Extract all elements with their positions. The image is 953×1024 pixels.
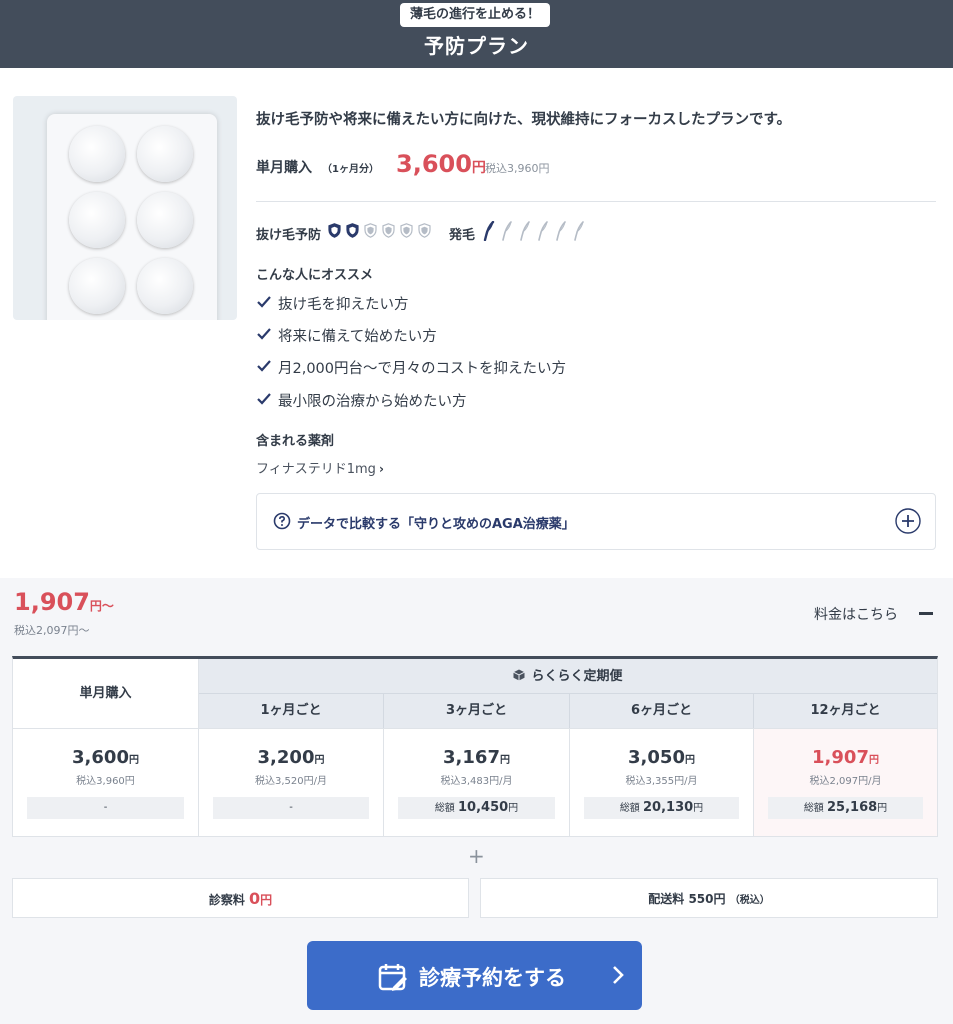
check-icon	[257, 296, 271, 308]
price-toggle[interactable]: 料金はこちら	[814, 604, 898, 624]
shield-icon	[346, 223, 359, 238]
list-item: 抜け毛を抑えたい方	[256, 292, 656, 314]
column-head: 12ヶ月ごと	[754, 694, 937, 728]
shield-icon	[328, 223, 341, 238]
tablet	[69, 192, 125, 248]
page-title: 予防プラン	[424, 34, 529, 58]
hair-icon	[520, 221, 530, 241]
column-head: 1ヶ月ごと	[199, 694, 384, 728]
reserve-button[interactable]: 診療予約をする	[307, 941, 642, 1010]
prevent-label: 抜け毛予防	[256, 228, 322, 243]
tablet	[137, 258, 193, 314]
header-badge: 薄毛の進行を止める！	[400, 3, 550, 27]
single-label: 単月購入	[256, 160, 312, 176]
check-icon	[257, 328, 271, 340]
single-sub: （1ヶ月分）	[322, 164, 379, 175]
hair-icon	[538, 221, 548, 241]
plan-card: 抜け毛予防や将来に備えたい方に向けた、現状維持にフォーカスしたプランです。 単月…	[0, 68, 953, 578]
price-cell: 3,167円 税込3,483円/月 総額 10,450円	[384, 728, 570, 836]
collapse-minus-icon[interactable]	[919, 612, 933, 615]
price-cell: 3,050円 税込3,355円/月 総額 20,130円	[570, 728, 754, 836]
shield-icon	[382, 223, 395, 238]
hair-icon	[574, 221, 584, 241]
medicine-link[interactable]: フィナステリド1mg ›	[256, 458, 384, 477]
expand-plus-icon[interactable]	[895, 508, 921, 534]
from-tax: 税込2,097円〜	[14, 624, 90, 637]
column-head: 6ヶ月ごと	[570, 694, 754, 728]
shield-icon	[400, 223, 413, 238]
list-item: 月2,000円台〜で月々のコストを抑えたい方	[256, 356, 656, 378]
subscription-head: らくらく定期便	[199, 659, 937, 694]
recommend-title: こんな人にオススメ	[256, 268, 374, 283]
check-icon	[257, 393, 271, 405]
shield-icon	[364, 223, 377, 238]
compare-accordion[interactable]: データで比較する「守りと攻めのAGA治療薬」	[256, 493, 936, 550]
medicine-title: 含まれる薬剤	[256, 434, 335, 449]
price-cell: 3,200円 税込3,520円/月 -	[199, 728, 384, 836]
chevron-right-icon	[613, 966, 624, 984]
pricing-section: 1,907円〜 税込2,097円〜 料金はこちら 単月購入 らくらく定期便 1ヶ…	[0, 578, 953, 1024]
single-price: 3,600円	[396, 150, 486, 178]
box-icon	[513, 669, 526, 681]
hair-icon	[502, 221, 512, 241]
list-item: 将来に備えて始めたい方	[256, 324, 656, 346]
growth-label: 発毛	[449, 228, 476, 243]
from-price: 1,907円〜	[14, 588, 114, 616]
single-tax: 税込3,960円	[485, 162, 550, 175]
tablet	[69, 126, 125, 182]
tablet	[137, 192, 193, 248]
tablet	[69, 258, 125, 314]
single-head: 単月購入	[13, 659, 199, 728]
plan-header: 薄毛の進行を止める！ 予防プラン	[0, 0, 953, 68]
chevron-right-icon: ›	[378, 462, 384, 476]
product-image	[13, 96, 237, 320]
calendar-edit-icon	[378, 964, 407, 991]
question-icon	[273, 512, 291, 530]
hair-icon	[483, 221, 495, 241]
tablet	[137, 126, 193, 182]
list-item: 最小限の治療から始めたい方	[256, 389, 656, 411]
plan-description: 抜け毛予防や将来に備えたい方に向けた、現状維持にフォーカスしたプランです。	[256, 112, 792, 128]
compare-label[interactable]: データで比較する「守りと攻めのAGA治療薬」	[297, 513, 575, 532]
price-table: 単月購入 らくらく定期便 1ヶ月ごと 3ヶ月ごと 6ヶ月ごと 12ヶ月ごと 3,…	[12, 656, 938, 837]
column-head: 3ヶ月ごと	[384, 694, 570, 728]
reserve-label[interactable]: 診療予約をする	[419, 962, 566, 992]
divider	[256, 201, 936, 202]
consult-fee: 診察料 0円	[12, 878, 469, 918]
plus-icon: +	[468, 844, 485, 868]
check-icon	[257, 360, 271, 372]
price-cell-highlight: 1,907円 税込2,097円/月 総額 25,168円	[754, 728, 937, 836]
price-cell: 3,600円 税込3,960円 -	[13, 728, 199, 836]
hair-icon	[556, 221, 566, 241]
shield-icon	[418, 223, 431, 238]
blister-pack	[47, 114, 217, 320]
shipping-fee: 配送料 550円 （税込）	[480, 878, 938, 918]
